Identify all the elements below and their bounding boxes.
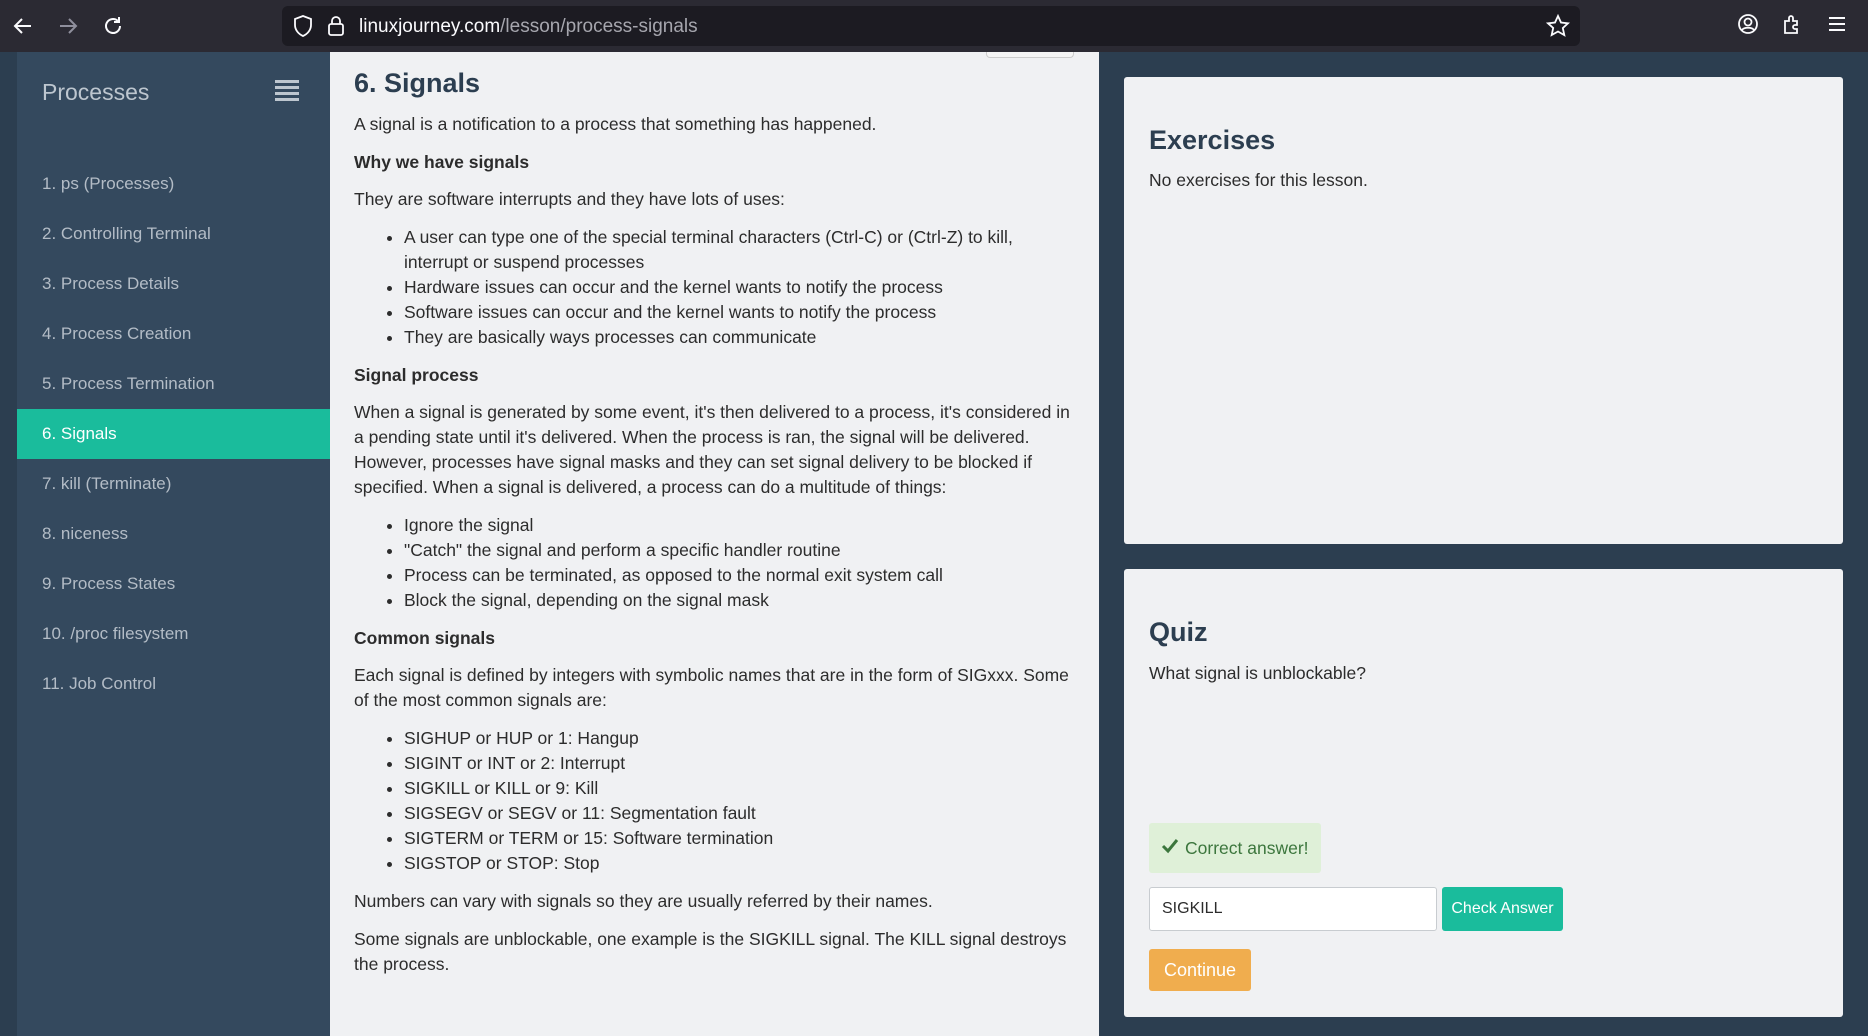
exercises-text: No exercises for this lesson. — [1149, 170, 1368, 190]
quiz-title: Quiz — [1149, 617, 1208, 647]
list-item: They are basically ways processes can co… — [404, 325, 1080, 350]
sidebar-item-controlling-terminal[interactable]: 2. Controlling Terminal — [17, 209, 330, 259]
list-item: A user can type one of the special termi… — [404, 225, 1080, 275]
browser-toolbar: linuxjourney.com/lesson/process-signals — [0, 0, 1868, 52]
why-text: They are software interrupts and they ha… — [354, 189, 785, 209]
sidebar-item-process-creation[interactable]: 4. Process Creation — [17, 309, 330, 359]
process-heading: Signal process — [354, 365, 479, 385]
process-text: When a signal is generated by some event… — [354, 402, 1070, 497]
list-item: Block the signal, depending on the signa… — [404, 588, 1080, 613]
account-icon[interactable] — [1736, 12, 1760, 41]
list-item: SIGSEGV or SEGV or 11: Segmentation faul… — [404, 801, 1080, 826]
shield-icon[interactable] — [292, 14, 314, 43]
lesson-content: 6. Signals A signal is a notification to… — [330, 52, 1099, 1036]
why-list: A user can type one of the special termi… — [404, 225, 1080, 350]
hamburger-menu-icon[interactable] — [275, 80, 299, 102]
lesson-intro: A signal is a notification to a process … — [354, 114, 877, 134]
sidebar-item-proc-filesystem[interactable]: 10. /proc filesystem — [17, 609, 330, 659]
common-heading: Common signals — [354, 628, 495, 648]
why-heading: Why we have signals — [354, 152, 530, 172]
list-item: SIGTERM or TERM or 15: Software terminat… — [404, 826, 1080, 851]
sidebar-lesson-list: 1. ps (Processes) 2. Controlling Termina… — [17, 159, 330, 709]
continue-button[interactable]: Continue — [1149, 949, 1251, 991]
check-answer-button[interactable]: Check Answer — [1442, 887, 1563, 931]
list-item: SIGHUP or HUP or 1: Hangup — [404, 726, 1080, 751]
correct-answer-alert: Correct answer! — [1149, 823, 1321, 873]
sidebar-item-process-termination[interactable]: 5. Process Termination — [17, 359, 330, 409]
sidebar-item-ps[interactable]: 1. ps (Processes) — [17, 159, 330, 209]
list-item: "Catch" the signal and perform a specifi… — [404, 538, 1080, 563]
correct-answer-text: Correct answer! — [1185, 837, 1309, 858]
numbers-text: Numbers can vary with signals so they ar… — [354, 891, 933, 911]
lesson-sidebar: Processes 1. ps (Processes) 2. Controlli… — [17, 52, 330, 1036]
quiz-question: What signal is unblockable? — [1149, 663, 1366, 683]
list-item: Software issues can occur and the kernel… — [404, 300, 1080, 325]
sidebar-title: Processes — [42, 79, 150, 105]
sidebar-item-process-states[interactable]: 9. Process States — [17, 559, 330, 609]
list-item: Process can be terminated, as opposed to… — [404, 563, 1080, 588]
quiz-panel: Quiz What signal is unblockable? Correct… — [1124, 569, 1843, 1017]
list-item: Ignore the signal — [404, 513, 1080, 538]
lock-icon[interactable] — [326, 14, 346, 43]
sidebar-item-signals[interactable]: 6. Signals — [17, 409, 330, 459]
exercises-panel: Exercises No exercises for this lesson. — [1124, 77, 1843, 544]
lesson-title: 6. Signals — [354, 68, 481, 98]
unblockable-text: Some signals are unblockable, one exampl… — [354, 929, 1067, 974]
sidebar-item-process-details[interactable]: 3. Process Details — [17, 259, 330, 309]
checkmark-icon — [1161, 838, 1179, 859]
common-list: SIGHUP or HUP or 1: Hangup SIGINT or INT… — [404, 726, 1080, 876]
url-text: linuxjourney.com/lesson/process-signals — [359, 16, 698, 37]
list-item: SIGSTOP or STOP: Stop — [404, 851, 1080, 876]
lesson-body: A signal is a notification to a process … — [354, 112, 1080, 990]
process-list: Ignore the signal "Catch" the signal and… — [404, 513, 1080, 613]
forward-arrow-icon[interactable] — [54, 12, 82, 40]
sidebar-item-kill[interactable]: 7. kill (Terminate) — [17, 459, 330, 509]
address-bar[interactable]: linuxjourney.com/lesson/process-signals — [282, 6, 1580, 46]
back-arrow-icon[interactable] — [9, 12, 37, 40]
list-item: SIGINT or INT or 2: Interrupt — [404, 751, 1080, 776]
list-item: SIGKILL or KILL or 9: Kill — [404, 776, 1080, 801]
common-text: Each signal is defined by integers with … — [354, 665, 1069, 710]
menu-icon[interactable] — [1826, 12, 1848, 41]
exercises-title: Exercises — [1149, 125, 1276, 155]
answer-input[interactable] — [1149, 887, 1437, 931]
content-tab[interactable] — [986, 52, 1074, 58]
sidebar-item-niceness[interactable]: 8. niceness — [17, 509, 330, 559]
reload-icon[interactable] — [99, 12, 127, 40]
extensions-icon[interactable] — [1780, 12, 1804, 41]
star-icon[interactable] — [1545, 13, 1571, 43]
list-item: Hardware issues can occur and the kernel… — [404, 275, 1080, 300]
sidebar-item-job-control[interactable]: 11. Job Control — [17, 659, 330, 709]
